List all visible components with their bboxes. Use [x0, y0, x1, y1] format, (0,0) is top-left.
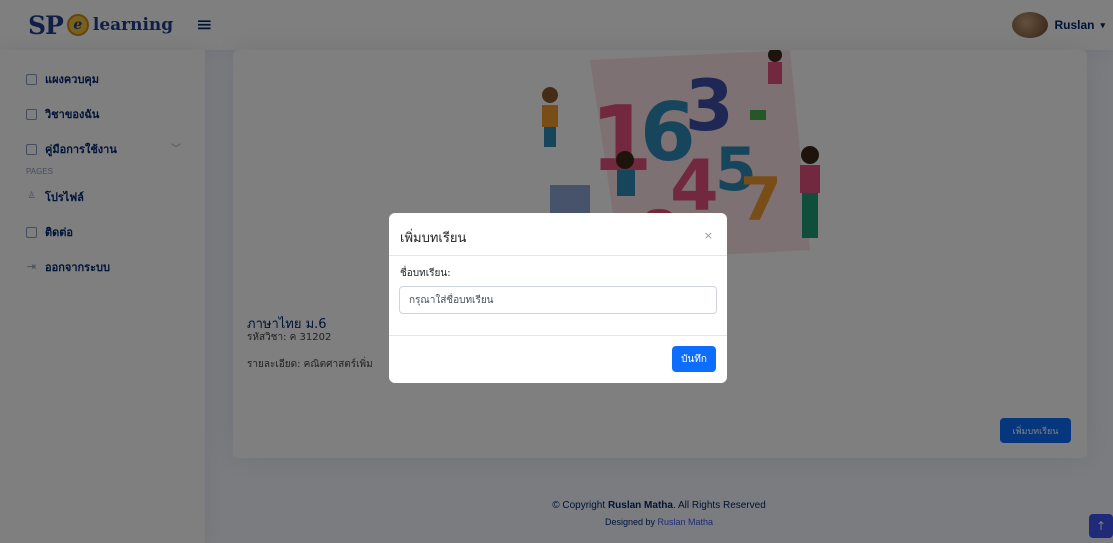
lesson-name-input[interactable] — [399, 286, 717, 314]
modal-divider — [389, 335, 727, 336]
modal-divider — [389, 255, 727, 256]
save-button[interactable]: บันทึก — [672, 346, 716, 372]
modal-title: เพิ่มบทเรียน — [400, 231, 467, 246]
close-icon[interactable]: × — [704, 229, 713, 242]
lesson-name-label: ชื่อบทเรียน: — [400, 268, 451, 279]
add-lesson-modal: เพิ่มบทเรียน × ชื่อบทเรียน: บันทึก — [389, 213, 727, 383]
